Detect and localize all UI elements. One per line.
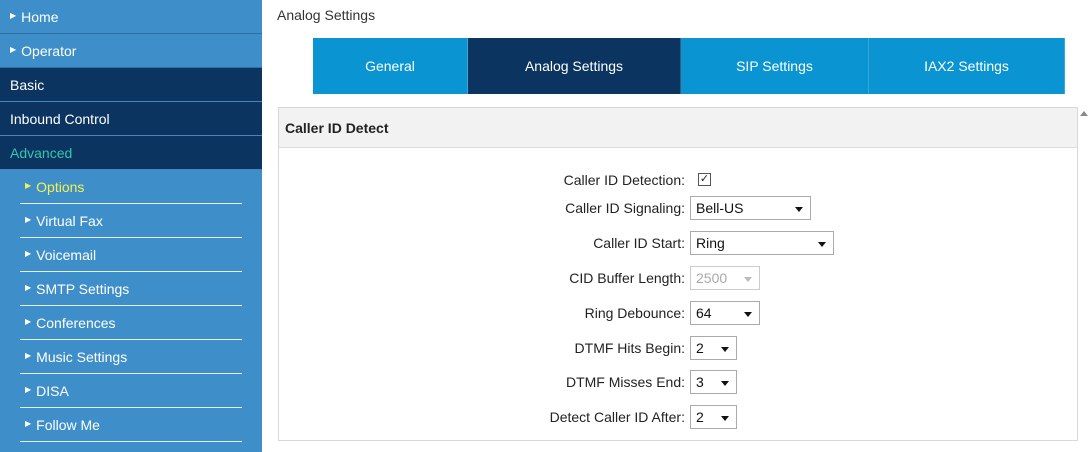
check-icon: ✓ [699, 173, 710, 185]
caller-id-signaling-label: Caller ID Signaling: [565, 200, 685, 216]
dtmf-misses-end-select[interactable]: 3 [690, 370, 737, 394]
sidebar-item-conferences[interactable]: ▶ Conferences [20, 306, 242, 340]
sidebar-item-virtual-fax[interactable]: ▶ Virtual Fax [20, 204, 242, 238]
nav-section-basic-label: Basic [10, 76, 45, 93]
tab-sip-settings[interactable]: SIP Settings [681, 38, 869, 94]
caller-id-detection-checkbox[interactable]: ✓ [698, 173, 711, 186]
sidebar-item-label: Voicemail [36, 246, 97, 263]
sidebar-item-music-settings[interactable]: ▶ Music Settings [20, 340, 242, 374]
dtmf-misses-end-label: DTMF Misses End: [565, 374, 685, 390]
chevron-down-icon [721, 381, 729, 386]
caller-id-detection-label: Caller ID Detection: [563, 172, 685, 188]
sidebar-item-label: Virtual Fax [36, 212, 103, 229]
dtmf-hits-begin-value: 2 [696, 340, 704, 356]
sidebar-item-label: Follow Me [36, 416, 100, 433]
cid-buffer-length-value: 2500 [696, 270, 728, 286]
sidebar-item-smtp-settings[interactable]: ▶ SMTP Settings [20, 272, 242, 306]
arrow-right-icon: ▶ [10, 45, 17, 54]
tab-general-label: General [365, 58, 415, 74]
dtmf-hits-begin-row: DTMF Hits Begin: [262, 337, 685, 359]
caller-id-start-value: Ring [696, 235, 725, 251]
ring-debounce-value: 64 [696, 305, 712, 321]
tab-general[interactable]: General [313, 38, 468, 94]
cid-buffer-length-row: CID Buffer Length: [262, 267, 685, 289]
vertical-scrollbar[interactable] [1078, 107, 1090, 452]
nav-section-inbound-control[interactable]: Inbound Control [0, 102, 262, 136]
arrow-right-icon: ▶ [25, 317, 32, 326]
dtmf-misses-end-value: 3 [696, 374, 704, 390]
page-title: Analog Settings [277, 7, 376, 23]
cid-buffer-length-select[interactable]: 2500 [690, 266, 760, 290]
sidebar-item-label: SMTP Settings [36, 280, 130, 297]
dtmf-misses-end-row: DTMF Misses End: [262, 371, 685, 393]
arrow-right-icon: ▶ [25, 283, 32, 292]
caller-id-signaling-value: Bell-US [696, 200, 744, 216]
caller-id-signaling-select[interactable]: Bell-US [690, 196, 811, 220]
ring-debounce-row: Ring Debounce: [262, 302, 685, 324]
panel-title: Caller ID Detect [279, 108, 1077, 148]
sidebar-item-label: Conferences [36, 314, 116, 331]
chevron-down-icon [795, 207, 803, 212]
sidebar-item-disa[interactable]: ▶ DISA [20, 374, 242, 408]
tab-analog-settings[interactable]: Analog Settings [468, 38, 681, 94]
caller-id-start-row: Caller ID Start: [262, 232, 685, 254]
caller-id-start-select[interactable]: Ring [690, 231, 834, 255]
arrow-right-icon: ▶ [25, 351, 32, 360]
nav-section-inbound-control-label: Inbound Control [10, 110, 110, 127]
detect-caller-id-after-label: Detect Caller ID After: [549, 409, 685, 425]
tab-iax2-settings-label: IAX2 Settings [924, 58, 1009, 74]
tab-sip-settings-label: SIP Settings [736, 58, 813, 74]
nav-operator-label: Operator [21, 42, 77, 59]
sidebar-item-voicemail[interactable]: ▶ Voicemail [20, 238, 242, 272]
nav-section-advanced-label: Advanced [10, 144, 73, 161]
ring-debounce-select[interactable]: 64 [690, 301, 760, 325]
nav-home[interactable]: ▶ Home [0, 0, 262, 34]
caller-id-signaling-row: Caller ID Signaling: [262, 197, 685, 219]
dtmf-hits-begin-label: DTMF Hits Begin: [574, 340, 685, 356]
scroll-up-arrow-icon[interactable] [1080, 111, 1088, 116]
dtmf-hits-begin-select[interactable]: 2 [690, 336, 737, 360]
caller-id-detection-row: Caller ID Detection: [262, 169, 685, 191]
cid-buffer-length-label: CID Buffer Length: [569, 270, 685, 286]
chevron-down-icon [721, 416, 729, 421]
detect-caller-id-after-value: 2 [696, 409, 704, 425]
nav-section-basic[interactable]: Basic [0, 68, 262, 102]
sidebar-item-label: DISA [36, 382, 69, 399]
sidebar-item-options[interactable]: ▶ Options [20, 170, 242, 204]
ring-debounce-label: Ring Debounce: [584, 305, 685, 321]
tab-analog-settings-label: Analog Settings [524, 58, 624, 74]
sidebar-item-follow-me[interactable]: ▶ Follow Me [20, 408, 242, 442]
arrow-right-icon: ▶ [25, 419, 32, 428]
chevron-down-icon [744, 312, 752, 317]
caller-id-start-label: Caller ID Start: [593, 235, 685, 251]
arrow-right-icon: ▶ [25, 215, 32, 224]
tab-iax2-settings[interactable]: IAX2 Settings [869, 38, 1065, 94]
main-content: Analog Settings General Analog Settings … [262, 0, 1090, 452]
nav-home-label: Home [21, 8, 59, 25]
sidebar: ▶ Home ▶ Operator Basic Inbound Control … [0, 0, 262, 452]
chevron-down-icon [818, 242, 826, 247]
arrow-right-icon: ▶ [25, 181, 32, 190]
arrow-right-icon: ▶ [10, 11, 17, 20]
detect-caller-id-after-row: Detect Caller ID After: [262, 406, 685, 428]
arrow-right-icon: ▶ [25, 385, 32, 394]
detect-caller-id-after-select[interactable]: 2 [690, 405, 737, 429]
chevron-down-icon [721, 347, 729, 352]
arrow-right-icon: ▶ [25, 249, 32, 258]
tab-bar: General Analog Settings SIP Settings IAX… [313, 38, 1065, 94]
sidebar-item-label: Options [36, 178, 85, 195]
nav-operator[interactable]: ▶ Operator [0, 34, 262, 68]
nav-section-advanced[interactable]: Advanced [0, 136, 262, 170]
chevron-down-icon [744, 277, 752, 282]
sidebar-item-label: Music Settings [36, 348, 128, 365]
